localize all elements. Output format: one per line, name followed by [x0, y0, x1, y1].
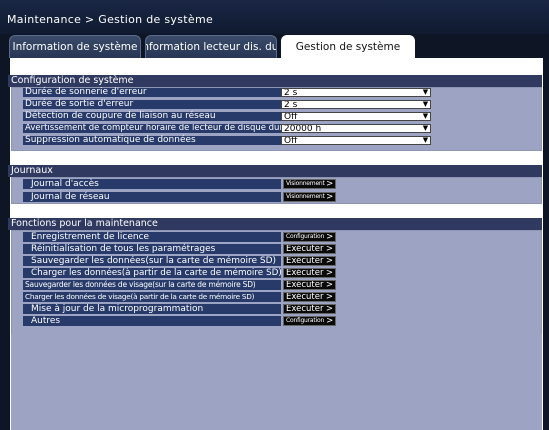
chevron-down-icon: ▼: [422, 124, 429, 132]
row-label: Charger les données de visage(à partir d…: [25, 292, 255, 301]
license-registration-button[interactable]: Configuration >: [283, 232, 336, 242]
error-output-duration-select[interactable]: 2 s ▼: [281, 100, 431, 109]
button-label: Exécuter: [286, 304, 324, 314]
row-label: Journal de réseau: [31, 192, 110, 202]
chevron-right-icon: >: [325, 268, 333, 278]
chevron-right-icon: >: [326, 316, 333, 326]
network-disconnect-detection-select[interactable]: Off ▼: [281, 112, 431, 121]
row-label: Enregistrement de licence: [31, 232, 150, 242]
row-label: Détection de coupure de liaison au résea…: [25, 111, 216, 121]
button-label: Exécuter: [286, 280, 324, 290]
chevron-down-icon: ▼: [422, 136, 429, 144]
chevron-right-icon: >: [325, 304, 333, 314]
maint-row-4: Sauvegarder les données de visage(sur la…: [23, 280, 281, 290]
chevron-right-icon: >: [325, 244, 333, 254]
save-face-data-sd-button[interactable]: Exécuter >: [283, 280, 336, 290]
chevron-right-icon: >: [325, 280, 333, 290]
empty-area: [11, 334, 542, 430]
firmware-update-button[interactable]: Exécuter >: [283, 304, 336, 314]
row-label: Sauvegarder les données(sur la carte de …: [31, 256, 277, 266]
section-maintenance-header: Fonctions pour la maintenance: [8, 218, 542, 230]
save-data-sd-button[interactable]: Exécuter >: [283, 256, 336, 266]
chevron-right-icon: >: [325, 292, 333, 302]
row-label: Suppression automatique de données: [25, 135, 196, 145]
reset-all-settings-button[interactable]: Exécuter >: [283, 244, 336, 254]
chevron-right-icon: >: [326, 192, 333, 202]
config-row-4: Suppression automatique de données: [23, 136, 281, 145]
select-value: 2 s: [284, 88, 298, 97]
button-label: Visionnement: [286, 180, 325, 187]
button-label: Configuration: [286, 317, 325, 324]
row-label: Journal d'accès: [31, 179, 99, 189]
chevron-right-icon: >: [325, 256, 333, 266]
maint-row-0: Enregistrement de licence: [23, 232, 281, 242]
logs-row-0: Journal d'accès: [23, 179, 281, 189]
maint-row-3: Charger les données(à partir de la carte…: [23, 268, 281, 278]
button-label: Exécuter: [286, 268, 324, 278]
section-config-header: Configuration de système: [8, 75, 542, 87]
maint-row-7: Autres: [23, 316, 281, 326]
title-bar: Maintenance > Gestion de système: [0, 0, 549, 34]
hdd-hour-meter-warning-select[interactable]: 20000 h ▼: [281, 124, 431, 133]
select-value: Off: [284, 112, 298, 121]
maint-row-2: Sauvegarder les données(sur la carte de …: [23, 256, 281, 266]
other-settings-button[interactable]: Configuration >: [283, 316, 336, 326]
config-row-2: Détection de coupure de liaison au résea…: [23, 112, 281, 121]
auto-delete-select[interactable]: Off ▼: [281, 136, 431, 145]
chevron-right-icon: >: [326, 232, 333, 242]
row-label: Durée de sortie d'erreur: [25, 99, 134, 109]
button-label: Exécuter: [286, 292, 324, 302]
section-logs-header: Journaux: [8, 165, 542, 177]
row-label: Mise à jour de la microprogrammation: [31, 304, 204, 314]
error-buzzer-duration-select[interactable]: 2 s ▼: [281, 88, 431, 97]
row-label: Sauvegarder les données de visage(sur la…: [25, 280, 256, 289]
chevron-down-icon: ▼: [422, 88, 429, 96]
view-network-log-button[interactable]: Visionnement >: [283, 192, 336, 202]
maint-row-1: Réinitialisation de tous les paramétrage…: [23, 244, 281, 254]
load-face-data-sd-button[interactable]: Exécuter >: [283, 292, 336, 302]
select-value: Off: [284, 136, 298, 145]
select-value: 20000 h: [284, 124, 322, 133]
config-row-1: Durée de sortie d'erreur: [23, 100, 281, 109]
button-label: Visionnement: [286, 193, 325, 200]
config-row-0: Durée de sonnerie d'erreur: [23, 88, 281, 97]
button-label: Exécuter: [286, 256, 324, 266]
tab-information-de-systeme[interactable]: Information de système: [9, 35, 141, 58]
maint-row-5: Charger les données de visage(à partir d…: [23, 292, 281, 302]
select-value: 2 s: [284, 100, 298, 109]
chevron-down-icon: ▼: [422, 100, 429, 108]
config-row-3: Avertissement de compteur horaire de lec…: [23, 124, 281, 133]
row-label: Réinitialisation de tous les paramétrage…: [31, 244, 216, 254]
button-label: Exécuter: [286, 244, 324, 254]
row-label: Autres: [31, 316, 61, 326]
row-label: Charger les données(à partir de la carte…: [31, 268, 281, 278]
tab-gestion-de-systeme[interactable]: Gestion de système: [281, 35, 415, 58]
row-label: Durée de sonnerie d'erreur: [25, 87, 147, 97]
chevron-down-icon: ▼: [422, 112, 429, 120]
button-label: Configuration: [286, 233, 325, 240]
view-access-log-button[interactable]: Visionnement >: [283, 179, 336, 189]
chevron-right-icon: >: [326, 179, 333, 189]
logs-row-1: Journal de réseau: [23, 192, 281, 202]
tab-information-lecteur[interactable]: Information lecteur dis. dur: [145, 35, 277, 58]
maint-row-6: Mise à jour de la microprogrammation: [23, 304, 281, 314]
row-label: Avertissement de compteur horaire de lec…: [25, 124, 281, 133]
breadcrumb: Maintenance > Gestion de système: [7, 13, 214, 26]
load-data-sd-button[interactable]: Exécuter >: [283, 268, 336, 278]
